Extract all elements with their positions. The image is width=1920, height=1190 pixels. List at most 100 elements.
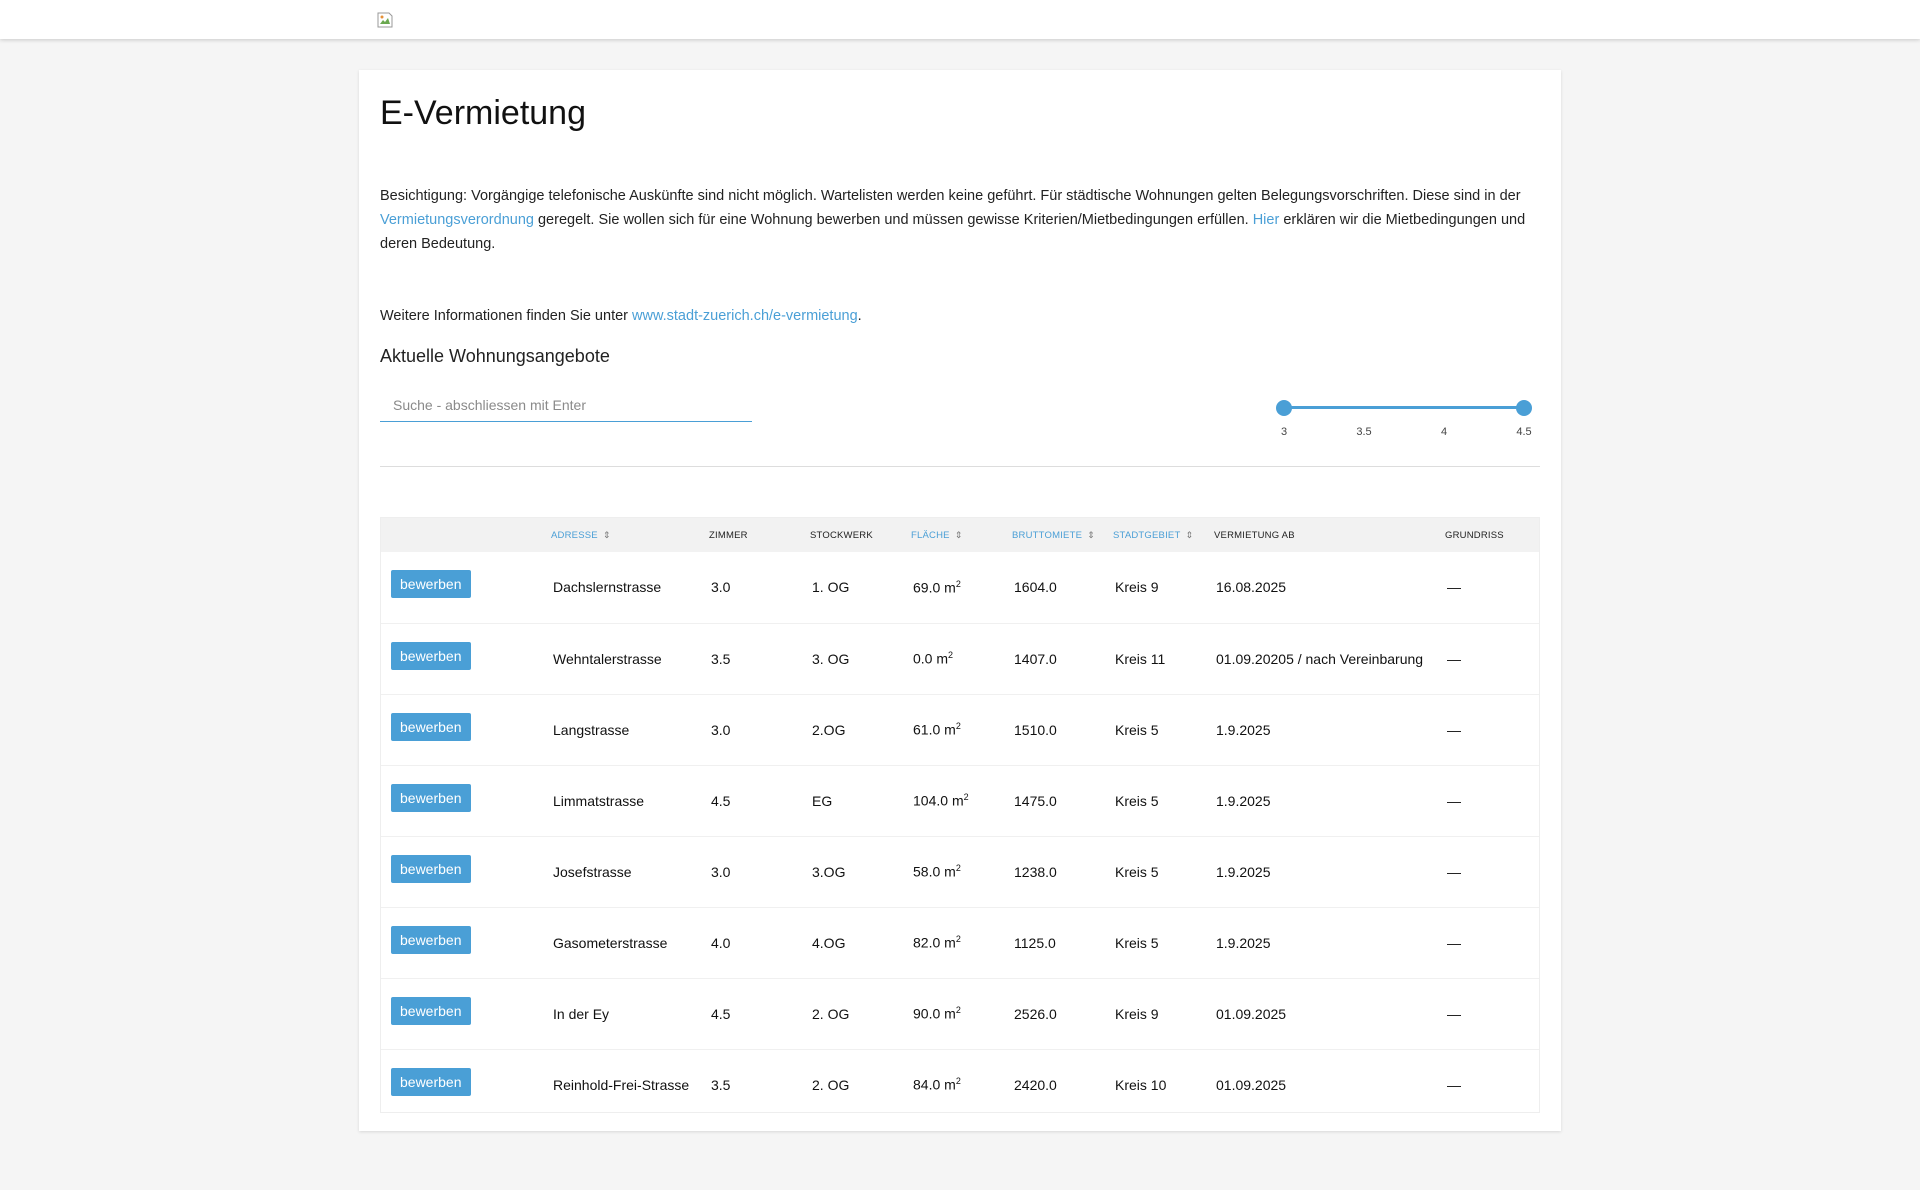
area-unit: m: [951, 792, 964, 809]
cell-zimmer: 4.5: [699, 765, 800, 837]
cell-flaeche: 90.0 m2: [901, 978, 1002, 1050]
cell-adresse: In der Ey: [541, 978, 699, 1050]
column-header-label: Stadtgebiet: [1113, 529, 1181, 541]
sort-icon[interactable]: ⇕: [1087, 530, 1095, 540]
cell-vermietung-ab: 1.9.2025: [1204, 836, 1435, 908]
area-unit-exponent: 2: [955, 1005, 961, 1016]
cell-bruttomiete: 2526.0: [1002, 978, 1103, 1050]
apply-button[interactable]: bewerben: [391, 783, 471, 812]
cell-zimmer: 4.0: [699, 907, 800, 979]
slider-tick-label: 4: [1440, 426, 1448, 438]
area-unit: m: [944, 934, 956, 951]
table-row: bewerben Gasometerstrasse 4.0 4.OG 82.0 m2 11…: [381, 907, 1539, 979]
cell-stadtgebiet: Kreis 5: [1103, 765, 1204, 837]
room-range-slider[interactable]: 3 3.5 4 4.5: [1276, 393, 1532, 438]
area-value: 104.0: [913, 792, 949, 809]
cell-stockwerk: EG: [800, 765, 901, 837]
more-info-text: Weitere Informationen finden Sie unter w…: [380, 304, 862, 328]
apply-button[interactable]: bewerben: [391, 996, 471, 1025]
table-row: bewerben In der Ey 4.5 2. OG 90.0 m2 2526.0 Kr…: [381, 978, 1539, 1050]
cell-stockwerk: 2. OG: [800, 978, 901, 1050]
slider-tick-label: 3.5: [1356, 426, 1372, 438]
area-unit-exponent: 2: [955, 578, 961, 589]
intro-text: Besichtigung: Vorgängige telefonische Au…: [380, 184, 1540, 256]
cell-zimmer: 3.5: [699, 623, 800, 695]
slider-tick-label: 3: [1280, 426, 1288, 438]
cell-bruttomiete: 1125.0: [1002, 907, 1103, 979]
action-cell: bewerben: [381, 552, 541, 624]
column-header-label: Fläche: [911, 529, 950, 541]
action-cell: bewerben: [381, 694, 541, 766]
cell-stockwerk: 4.OG: [800, 907, 901, 979]
slider-handle-max[interactable]: [1516, 400, 1532, 416]
area-unit-exponent: 2: [963, 792, 969, 803]
cell-grundriss: —: [1435, 694, 1539, 766]
action-cell: bewerben: [381, 978, 541, 1050]
column-header-adresse[interactable]: Adresse ⇕: [541, 518, 699, 552]
slider-track[interactable]: [1284, 406, 1524, 409]
cell-grundriss: —: [1435, 1049, 1539, 1112]
table-row: bewerben Reinhold-Frei-Strasse 3.5 2. OG 84.…: [381, 1049, 1539, 1112]
cell-adresse: Josefstrasse: [541, 836, 699, 908]
cell-flaeche: 84.0 m2: [901, 1049, 1002, 1112]
cell-stadtgebiet: Kreis 9: [1103, 978, 1204, 1050]
area-unit: m: [944, 1005, 956, 1022]
apply-button[interactable]: bewerben: [391, 570, 471, 599]
cell-vermietung-ab: 1.9.2025: [1204, 694, 1435, 766]
table-row: bewerben Dachslernstrasse 3.0 1. OG 69.0 m2 1…: [381, 552, 1539, 624]
area-unit-exponent: 2: [955, 1076, 961, 1087]
e-vermietung-link[interactable]: www.stadt-zuerich.ch/e-vermietung: [632, 308, 858, 324]
cell-bruttomiete: 1475.0: [1002, 765, 1103, 837]
apply-button[interactable]: bewerben: [391, 925, 471, 954]
cell-adresse: Limmatstrasse: [541, 765, 699, 837]
search-input[interactable]: [380, 388, 752, 422]
apply-button[interactable]: bewerben: [391, 641, 471, 670]
column-header-flaeche[interactable]: Fläche ⇕: [901, 518, 1002, 552]
cell-bruttomiete: 2420.0: [1002, 1049, 1103, 1112]
cell-vermietung-ab: 01.09.20205 / nach Vereinbarung: [1204, 623, 1435, 695]
area-value: 90.0: [913, 1005, 941, 1022]
cell-stockwerk: 2.OG: [800, 694, 901, 766]
apply-button[interactable]: bewerben: [391, 712, 471, 741]
cell-flaeche: 61.0 m2: [901, 694, 1002, 766]
cell-adresse: Dachslernstrasse: [541, 552, 699, 624]
cell-stadtgebiet: Kreis 9: [1103, 552, 1204, 624]
apply-button[interactable]: bewerben: [391, 854, 471, 883]
cell-stadtgebiet: Kreis 10: [1103, 1049, 1204, 1112]
column-header-action: [381, 518, 541, 552]
cell-zimmer: 4.5: [699, 978, 800, 1050]
cell-zimmer: 3.5: [699, 1049, 800, 1112]
listings-table-container[interactable]: Adresse ⇕ Zimmer Stockwerk Fläche ⇕ Brutto…: [380, 517, 1540, 1113]
intro-text-part1: Besichtigung: Vorgängige telefonische Au…: [380, 188, 1521, 204]
cell-stockwerk: 3.OG: [800, 836, 901, 908]
slider-tick-label: 4.5: [1516, 426, 1532, 438]
sort-icon[interactable]: ⇕: [955, 530, 963, 540]
more-info-prefix: Weitere Informationen finden Sie unter: [380, 308, 633, 324]
area-unit: m: [944, 1076, 956, 1093]
column-header-bruttomiete[interactable]: Bruttomiete ⇕: [1002, 518, 1103, 552]
slider-handle-min[interactable]: [1276, 400, 1292, 416]
top-bar: [0, 0, 1920, 39]
column-header-zimmer: Zimmer: [699, 518, 800, 552]
listings-table: Adresse ⇕ Zimmer Stockwerk Fläche ⇕ Brutto…: [381, 518, 1539, 1112]
cell-stadtgebiet: Kreis 5: [1103, 836, 1204, 908]
area-value: 84.0: [913, 1076, 941, 1093]
broken-image-icon[interactable]: [377, 12, 393, 28]
cell-vermietung-ab: 16.08.2025: [1204, 552, 1435, 624]
more-info-suffix: .: [857, 308, 862, 324]
area-value: 58.0: [913, 863, 941, 880]
section-title: Aktuelle Wohnungsangebote: [380, 346, 610, 366]
cell-stadtgebiet: Kreis 5: [1103, 907, 1204, 979]
cell-zimmer: 3.0: [699, 552, 800, 624]
apply-button[interactable]: bewerben: [391, 1067, 471, 1096]
hier-link[interactable]: Hier: [1253, 212, 1280, 228]
intro-text-part2: geregelt. Sie wollen sich für eine Wohnu…: [533, 212, 1253, 228]
vermietungsverordnung-link[interactable]: Vermie­tungsverordnung: [380, 212, 534, 228]
cell-flaeche: 58.0 m2: [901, 836, 1002, 908]
column-header-stadtgebiet[interactable]: Stadtgebiet ⇕: [1103, 518, 1204, 552]
sort-icon[interactable]: ⇕: [1185, 530, 1193, 540]
table-row: bewerben Wehntalerstrasse 3.5 3. OG 0.0 m2 14…: [381, 623, 1539, 695]
sort-icon[interactable]: ⇕: [603, 530, 611, 540]
area-unit-exponent: 2: [955, 934, 961, 945]
column-header-label: Bruttomiete: [1012, 529, 1083, 541]
